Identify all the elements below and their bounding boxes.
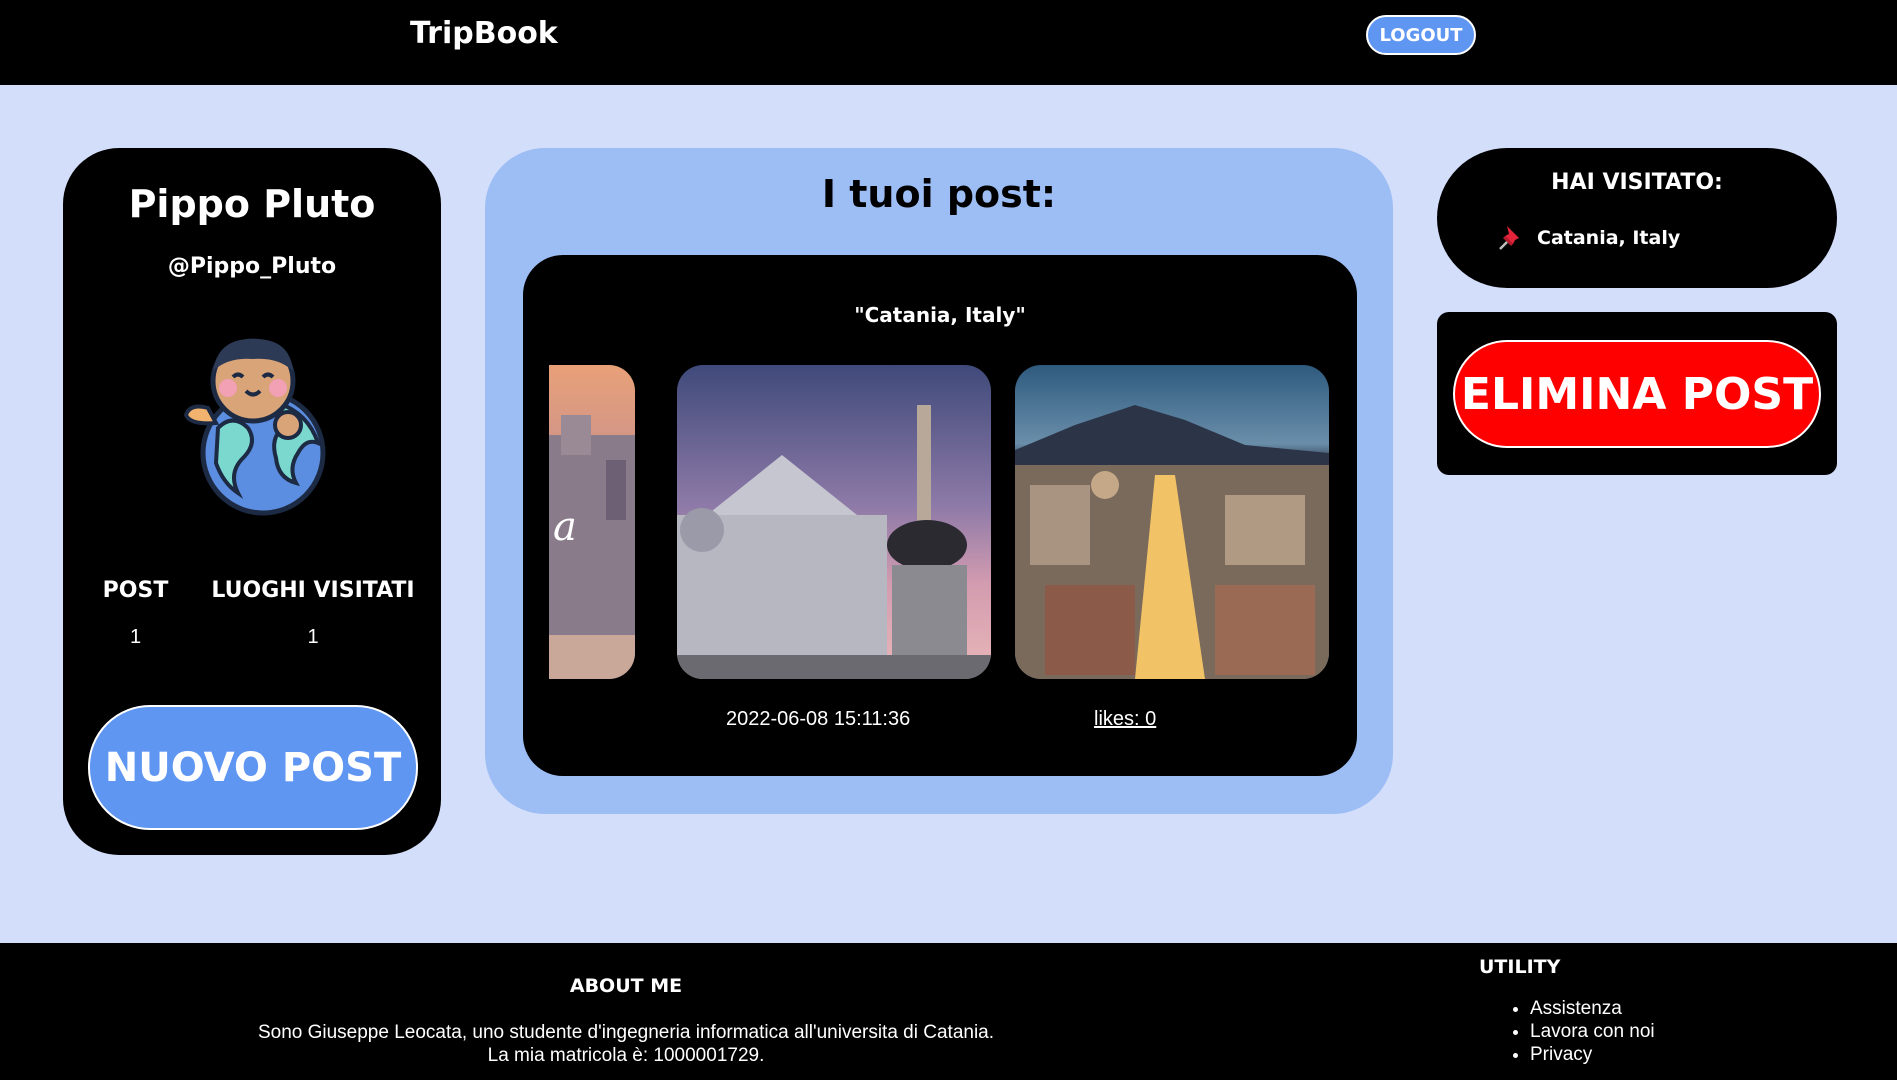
top-navbar: TripBook LOGOUT — [0, 0, 1897, 85]
utility-links: Assistenza Lavora con noi Privacy — [1510, 997, 1655, 1066]
stat-label-post: POST — [102, 578, 169, 603]
about-line-1: Sono Giuseppe Leocata, uno studente d'in… — [257, 1022, 995, 1043]
post-likes-link[interactable]: likes: 0 — [1094, 708, 1156, 731]
post-date: 2022-06-08 15:11:36 — [726, 708, 911, 730]
profile-handle: @Pippo_Pluto — [167, 254, 337, 279]
posts-panel: I tuoi post: "Catania, Italy" a 2022-06-… — [485, 148, 1393, 814]
cathedral-sunset-photo[interactable]: a — [549, 365, 635, 679]
image-carousel[interactable]: a — [549, 365, 1331, 679]
visited-item-label: Catania, Italy — [1537, 227, 1681, 249]
profile-card: Pippo Pluto @Pippo_Pluto POST 1 LUOGHI V… — [63, 148, 441, 855]
about-text: Sono Giuseppe Leocata, uno studente d'in… — [0, 1021, 1252, 1067]
visited-card: HAI VISITATO: Catania, Italy — [1437, 148, 1837, 288]
new-post-button[interactable]: NUOVO POST — [88, 705, 418, 830]
stat-value-places: 1 — [307, 626, 319, 648]
post-card: "Catania, Italy" a 2022-06-08 15:11:36 l… — [523, 255, 1357, 776]
posts-title: I tuoi post: — [821, 172, 1057, 216]
visited-item: Catania, Italy — [1497, 224, 1680, 252]
utility-link-lavora[interactable]: Lavora con noi — [1530, 1020, 1655, 1043]
about-line-2: La mia matricola è: 1000001729. — [487, 1045, 765, 1066]
piazza-duomo-elephant-photo[interactable] — [677, 365, 991, 679]
utility-title: UTILITY — [1479, 956, 1561, 978]
delete-post-button[interactable]: ELIMINA POST — [1453, 340, 1821, 448]
logout-button[interactable]: LOGOUT — [1366, 15, 1476, 55]
visited-title: HAI VISITATO: — [1551, 170, 1723, 195]
avatar — [183, 338, 326, 516]
catania-etna-aerial-photo[interactable] — [1015, 365, 1329, 679]
about-title: ABOUT ME — [569, 975, 683, 997]
post-location: "Catania, Italy" — [854, 303, 1026, 327]
pushpin-icon — [1499, 226, 1519, 250]
utility-link-privacy[interactable]: Privacy — [1530, 1043, 1655, 1066]
delete-card: ELIMINA POST — [1437, 312, 1837, 475]
stat-value-post: 1 — [129, 626, 142, 648]
brand-logo-text[interactable]: TripBook — [410, 16, 558, 51]
profile-name: Pippo Pluto — [128, 182, 376, 226]
footer: ABOUT ME Sono Giuseppe Leocata, uno stud… — [0, 943, 1897, 1080]
utility-link-assistenza[interactable]: Assistenza — [1530, 997, 1655, 1020]
svg-text:a: a — [553, 504, 577, 550]
stat-label-places: LUOGHI VISITATI — [211, 578, 415, 603]
